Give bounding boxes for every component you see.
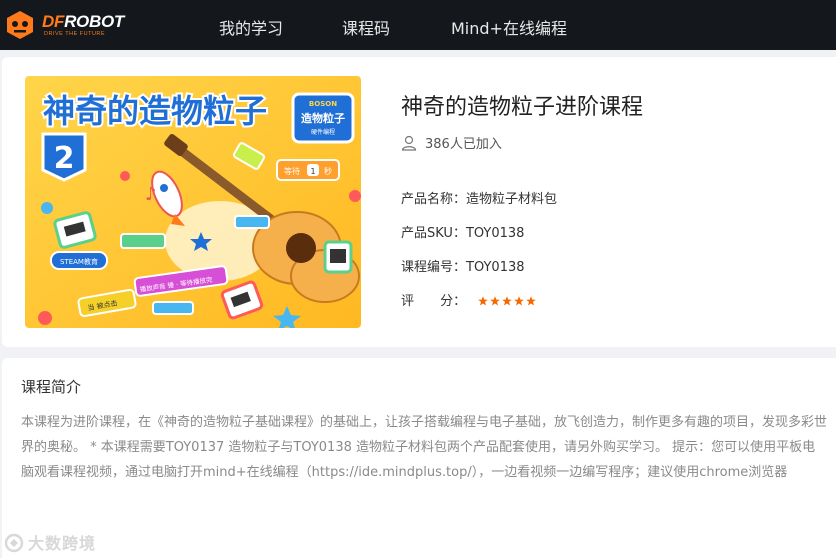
cover-level: 2 bbox=[54, 141, 75, 176]
product-sku-value: TOY0138 bbox=[465, 226, 525, 241]
intro-description: 本课程为进阶课程，在《神奇的造物粒子基础课程》的基础上，让孩子搭载编程与电子基础… bbox=[21, 415, 828, 480]
svg-text:♪: ♪ bbox=[145, 184, 157, 205]
course-title: 神奇的造物粒子进阶课程 bbox=[401, 95, 644, 120]
star-icon bbox=[514, 296, 524, 306]
dfrobot-logo[interactable]: DFROBOT DRIVE THE FUTURE bbox=[4, 10, 144, 40]
product-name-row: 产品名称：造物粒子材料包 bbox=[401, 188, 557, 207]
cover-wait-post: 秒 bbox=[324, 166, 332, 176]
user-icon bbox=[401, 135, 417, 151]
course-cover-image: 神奇的造物粒子 2 BOSON 造物粒子 硬件编程 等待 1 秒 STEAM教育… bbox=[25, 76, 361, 328]
rating-label: 评 分： bbox=[401, 294, 467, 309]
intro-title: 课程简介 bbox=[21, 378, 82, 396]
star-icon bbox=[502, 296, 512, 306]
product-name-label: 产品名称： bbox=[401, 192, 467, 207]
robot-logo-icon bbox=[7, 11, 33, 39]
logo-wordmark: DFROBOT bbox=[42, 12, 124, 31]
product-name-value: 造物粒子材料包 bbox=[466, 192, 558, 207]
cover-badge-brand: BOSON bbox=[309, 100, 337, 108]
cover-wait-num: 1 bbox=[310, 167, 315, 176]
star-icon bbox=[526, 296, 536, 306]
logo-tagline: DRIVE THE FUTURE bbox=[44, 31, 106, 37]
joined-count-text: 386人已加入 bbox=[425, 137, 502, 152]
star-icon bbox=[478, 296, 488, 306]
nav-course-code[interactable]: 课程码 bbox=[342, 15, 390, 39]
nav-my-learning[interactable]: 我的学习 bbox=[219, 15, 283, 39]
cover-badge-sub: 硬件编程 bbox=[311, 128, 335, 136]
cover-steam-label: STEAM教育 bbox=[60, 257, 98, 266]
joined-count: 386人已加入 bbox=[401, 133, 502, 152]
product-sku-row: 产品SKU：TOY0138 bbox=[401, 222, 524, 241]
star-icon bbox=[490, 296, 500, 306]
top-navigation-bar: DFROBOT DRIVE THE FUTURE 我的学习 课程码 Mind+在… bbox=[0, 0, 836, 50]
cover-wait-pre: 等待 bbox=[284, 166, 300, 176]
rating-stars bbox=[478, 291, 538, 310]
watermark-logo-icon bbox=[4, 533, 24, 553]
watermark-text: 大数跨境 bbox=[28, 534, 97, 553]
cover-badge-title: 造物粒子 bbox=[301, 111, 345, 125]
product-sku-label: 产品SKU： bbox=[401, 226, 466, 241]
cover-title: 神奇的造物粒子 bbox=[43, 92, 267, 130]
course-code-row: 课程编号：TOY0138 bbox=[401, 256, 525, 275]
watermark: 大数跨境 bbox=[4, 530, 96, 554]
nav-mindplus-online[interactable]: Mind+在线编程 bbox=[451, 15, 567, 39]
course-code-label: 课程编号： bbox=[401, 260, 467, 275]
course-code-value: TOY0138 bbox=[466, 260, 525, 275]
